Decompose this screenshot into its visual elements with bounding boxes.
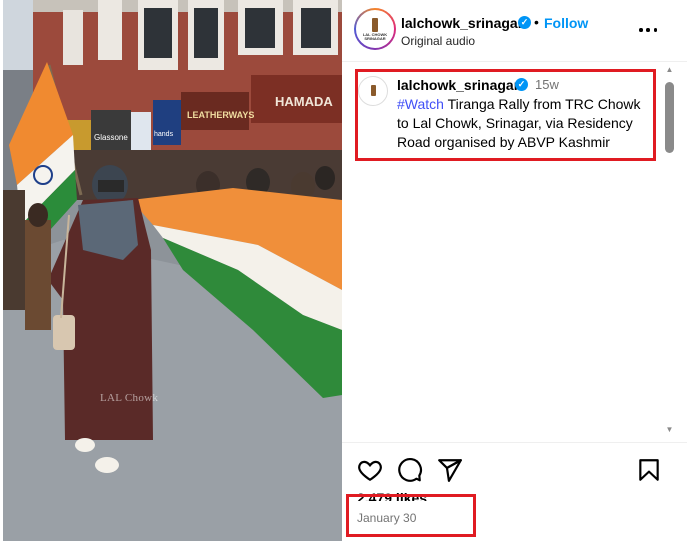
- caption-username[interactable]: lalchowk_srinagar: [397, 77, 519, 93]
- logo-mark: [372, 17, 378, 32]
- comments-scrollbar[interactable]: ▲ ▼: [664, 65, 675, 443]
- sign-hamada: HAMADA: [275, 94, 333, 109]
- comment-bubble-icon[interactable]: [397, 457, 423, 483]
- post-date[interactable]: January 30: [357, 511, 416, 525]
- paper-plane-icon[interactable]: [437, 457, 463, 483]
- scroll-up-arrow-icon[interactable]: ▲: [664, 65, 675, 75]
- post-sidebar: LAL CHOWK SRINAGAR lalchowk_srinagar ✓ •…: [342, 0, 687, 541]
- caption-text: #Watch Tiranga Rally from TRC Chowk to L…: [397, 95, 647, 152]
- scroll-down-arrow-icon[interactable]: ▼: [664, 425, 675, 435]
- post-video[interactable]: HAMADA LEATHERWAYS Glassone hands LAL Ch…: [3, 0, 342, 541]
- post-header: LAL CHOWK SRINAGAR lalchowk_srinagar ✓ •…: [342, 0, 687, 62]
- profile-avatar[interactable]: LAL CHOWK SRINAGAR: [354, 8, 396, 50]
- scrollbar-thumb[interactable]: [665, 82, 674, 153]
- audio-label[interactable]: Original audio: [401, 34, 475, 48]
- caption-time[interactable]: 15w: [535, 77, 559, 92]
- avatar-logo: LAL CHOWK SRINAGAR: [356, 10, 394, 48]
- heart-icon[interactable]: [357, 457, 383, 483]
- separator-dot: •: [534, 14, 539, 30]
- caption-hashtag[interactable]: #Watch: [397, 96, 444, 112]
- header-username[interactable]: lalchowk_srinagar: [401, 15, 523, 31]
- more-options-icon[interactable]: [636, 20, 660, 40]
- sign-glassone: Glassone: [94, 133, 128, 142]
- bookmark-icon[interactable]: [636, 457, 662, 483]
- caption-verified-badge-icon: ✓: [515, 78, 528, 91]
- sign-leatherways: LEATHERWAYS: [187, 110, 254, 120]
- caption-logo-mark: [370, 85, 376, 96]
- video-watermark: LAL Chowk: [100, 392, 159, 404]
- actions-divider: [342, 442, 687, 443]
- video-frame: HAMADA LEATHERWAYS Glassone hands: [3, 0, 342, 541]
- verified-badge-icon: ✓: [518, 16, 531, 29]
- caption-avatar[interactable]: [358, 76, 388, 106]
- sign-hands: hands: [154, 131, 174, 138]
- follow-button[interactable]: Follow: [544, 15, 588, 31]
- logo-text-line2: SRINAGAR: [364, 35, 386, 41]
